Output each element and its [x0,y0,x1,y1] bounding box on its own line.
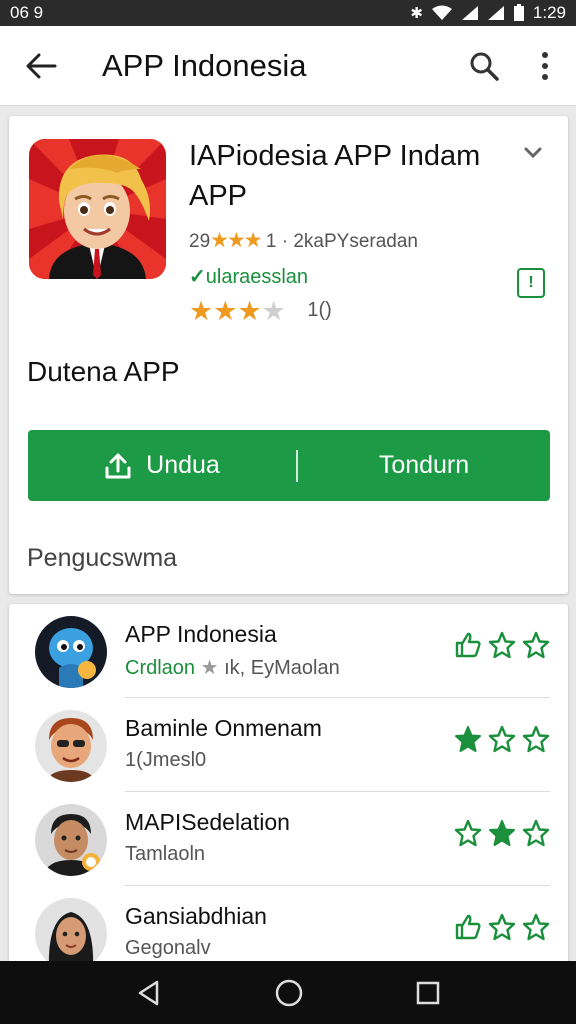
star-filled-icon[interactable] [454,725,482,753]
star-filled-icon: ★ [189,296,214,326]
status-time-left: 06 9 [10,3,44,22]
item-actions [454,725,550,753]
rating-suffix: 1 · 2kaPYseradan [265,231,418,252]
system-nav-bar [0,961,576,1024]
search-icon [470,52,499,81]
star-filled-icon: ★ [213,296,238,326]
nav-home-icon[interactable] [274,978,304,1008]
item-title: APP Indonesia [125,621,277,647]
more-vert-icon [542,51,548,58]
signal-icon [461,6,478,20]
star-outline-icon[interactable] [488,631,516,659]
avatar [35,616,107,688]
star-empty-icon: ★ [261,296,286,326]
item-subtitle: Crdlaon ★ ık, EyMaolan [125,657,340,679]
status-bar: 06 9 ✱ 1:29 [0,0,576,26]
review-list: APP Indonesia Crdlaon ★ ık, EyMaolan Bam… [9,604,568,964]
star-filled-icon[interactable] [488,819,516,847]
page-title: APP Indonesia [102,47,307,83]
back-button[interactable] [0,26,82,106]
avatar [35,898,107,964]
item-actions [454,819,550,847]
star-outline-icon[interactable] [522,631,550,659]
download-label: Undua [146,451,220,479]
wifi-icon [431,5,452,20]
list-item[interactable]: APP Indonesia Crdlaon ★ ık, EyMaolan [9,604,568,698]
status-time-right: 1:29 [532,3,566,22]
rating-count: 1() [307,299,332,321]
report-icon: ! [528,274,534,291]
section-heading: Dutena APP [27,356,180,387]
star-rating: ★★★★ 1() [189,296,332,327]
star-filled-icon: ★ [237,296,262,326]
item-actions [454,631,550,659]
arrow-left-icon [26,53,57,78]
avatar [35,710,107,782]
rating-prefix: 29 [189,231,211,252]
star-outline-icon[interactable] [488,913,516,941]
secondary-action-label: Tondurn [378,451,470,479]
rating-summary: 29★★★ 1 · 2kaPYseradan [189,228,418,253]
chevron-down-icon[interactable] [523,146,543,160]
bug-icon: ✱ [410,5,423,22]
item-title: MAPISedelation [125,809,290,835]
app-detail-card: IAPiodesia APP Indam APP 29★★★ 1 · 2kaPY… [9,116,568,594]
app-icon[interactable] [29,139,166,279]
search-button[interactable] [454,26,514,106]
verified-text: ularaesslan [205,266,309,288]
app-icon-image [29,139,166,279]
item-title: Gansiabdhian [125,903,267,929]
like-icon[interactable] [454,631,482,659]
list-item[interactable]: Gansiabdhian Gegonalv [9,886,568,964]
app-name: IAPiodesia APP Indam APP [189,140,481,212]
reviews-heading: Pengucswma [27,544,178,572]
item-subtitle: Tamlaoln [125,843,206,865]
item-subtitle: Gegonalv [125,937,211,959]
secondary-action-button[interactable]: Tondurn [298,451,550,480]
item-title: Baminle Onmenam [125,715,322,741]
star-outline-icon[interactable] [522,913,550,941]
star-outline-icon[interactable] [522,725,550,753]
list-item[interactable]: MAPISedelation Tamlaoln [9,792,568,886]
star-outline-icon[interactable] [522,819,550,847]
action-bar: Undua Tondurn [28,430,550,501]
like-icon[interactable] [454,913,482,941]
rating-stars: ★★★ [210,229,263,252]
star-outline-icon[interactable] [454,819,482,847]
nav-recents-icon[interactable] [415,980,441,1006]
status-icons: ✱ 1:29 [410,3,566,23]
report-button[interactable]: ! [517,268,545,298]
check-icon: ✓ [189,266,206,288]
verified-label: ✓ularaesslan [189,264,308,289]
battery-icon [513,4,524,21]
item-subtitle: 1(Jmesl0 [125,749,207,771]
item-actions [454,913,550,941]
upload-icon [105,453,131,478]
app-bar: APP Indonesia [0,26,576,106]
list-item[interactable]: Baminle Onmenam 1(Jmesl0 [9,698,568,792]
star-outline-icon[interactable] [488,725,516,753]
signal-icon-2 [487,6,504,20]
star-icon: ★ [200,657,219,679]
avatar [35,804,107,876]
nav-back-icon[interactable] [135,979,163,1007]
overflow-menu-button[interactable] [514,26,576,106]
download-button[interactable]: Undua [28,430,296,501]
